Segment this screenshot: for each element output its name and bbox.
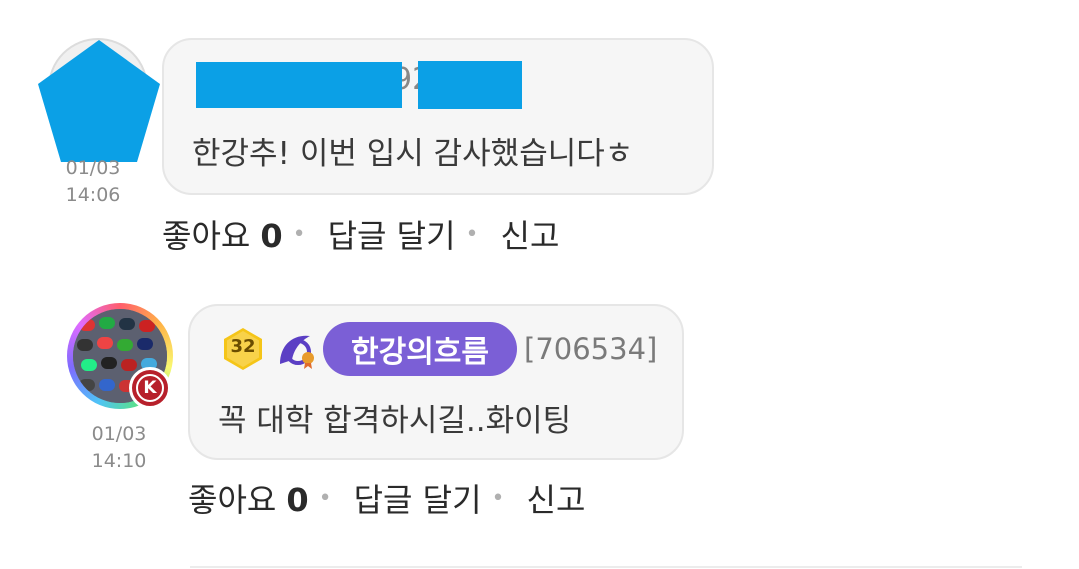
report-button[interactable]: 신고 bbox=[501, 211, 560, 257]
separator-dot: • bbox=[318, 485, 332, 511]
avatar-badge-letter: K bbox=[136, 374, 164, 402]
like-count: 0 bbox=[260, 217, 283, 255]
like-button[interactable]: 좋아요 0 bbox=[162, 211, 283, 257]
reply-button[interactable]: 답글 달기 bbox=[354, 475, 482, 521]
comment-date: 01/03 bbox=[65, 157, 121, 179]
divider bbox=[190, 566, 1022, 568]
author-name: 한강의흐름 bbox=[351, 335, 489, 370]
like-label: 좋아요 bbox=[162, 217, 251, 255]
author-name-tag[interactable]: 한강의흐름 bbox=[323, 322, 517, 376]
comment-date: 01/03 bbox=[91, 423, 147, 445]
level-number: 32 bbox=[230, 336, 256, 357]
redaction-block bbox=[196, 62, 402, 108]
redaction-shape bbox=[38, 40, 160, 162]
comment-actions: 좋아요 0 • 답글 달기 • 신고 bbox=[188, 476, 585, 520]
like-button[interactable]: 좋아요 0 bbox=[188, 475, 309, 521]
reply-button[interactable]: 답글 달기 bbox=[328, 211, 456, 257]
comment-time: 14:06 bbox=[65, 184, 121, 206]
user-id: [706534] bbox=[524, 332, 658, 366]
like-label: 좋아요 bbox=[188, 481, 277, 519]
medal-icon bbox=[280, 335, 314, 369]
comment-text: 한강추! 이번 입시 감사했습니다ㅎ bbox=[192, 136, 634, 172]
separator-dot: • bbox=[292, 221, 306, 247]
avatar-badge: K bbox=[129, 367, 171, 409]
separator-dot: • bbox=[465, 221, 479, 247]
report-button[interactable]: 신고 bbox=[527, 475, 586, 521]
redaction-block bbox=[418, 61, 522, 109]
comment-timestamp: 01/03 14:10 bbox=[79, 421, 159, 475]
separator-dot: • bbox=[491, 485, 505, 511]
comment-text: 꼭 대학 합격하시길..화이팅 bbox=[218, 403, 572, 439]
comment-actions: 좋아요 0 • 답글 달기 • 신고 bbox=[162, 212, 559, 256]
comment-time: 14:10 bbox=[91, 450, 147, 472]
comment-timestamp: 01/03 14:06 bbox=[53, 155, 133, 209]
like-count: 0 bbox=[286, 481, 309, 519]
